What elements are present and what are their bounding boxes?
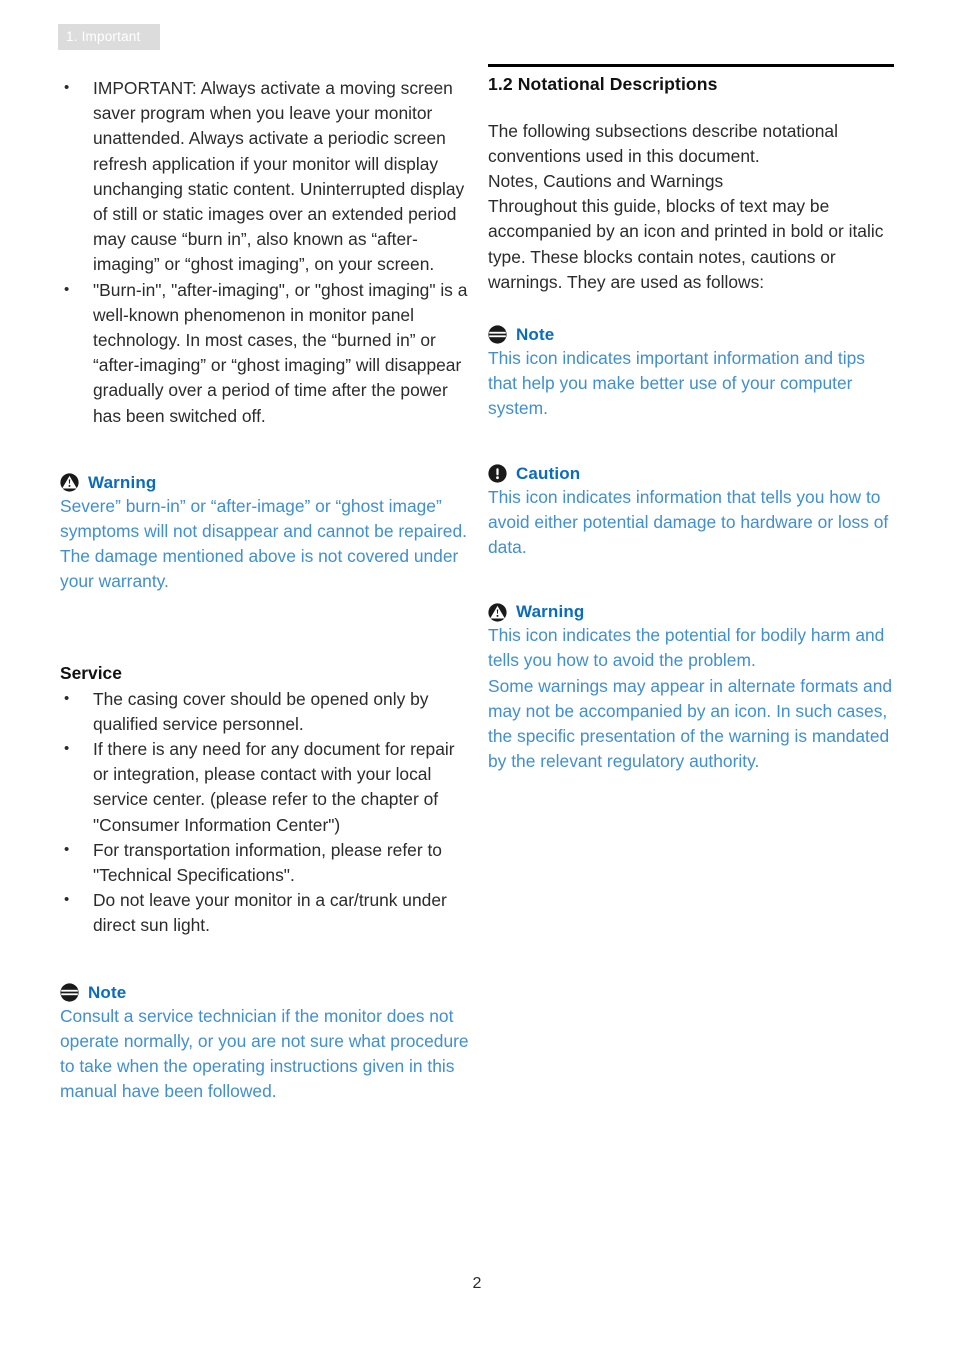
page-number: 2: [472, 1275, 482, 1292]
warning-callout-header: Warning: [488, 602, 894, 622]
caution-callout-body: This icon indicates information that tel…: [488, 485, 894, 561]
warning-callout-text: Severe” burn-in” or “after-image” or “gh…: [60, 495, 467, 592]
section-divider-rule: [488, 64, 894, 67]
document-page: 1. Important IMPORTANT: Always activate …: [0, 0, 954, 1350]
note-callout: Note This icon indicates important infor…: [488, 325, 894, 422]
intro-paragraph: The following subsections describe notat…: [488, 120, 838, 166]
intro-paragraph: Throughout this guide, blocks of text ma…: [488, 196, 884, 292]
warning-callout-body: This icon indicates the potential for bo…: [488, 623, 894, 774]
warning-callout: Warning Severe” burn-in” or “after-image…: [60, 473, 472, 595]
list-item: The casing cover should be opened only b…: [60, 686, 472, 737]
service-bullet-list: The casing cover should be opened only b…: [60, 686, 472, 939]
list-item: For transportation information, please r…: [60, 837, 472, 888]
service-section: Service The casing cover should be opene…: [60, 661, 472, 939]
intro-paragraphs: The following subsections describe notat…: [488, 119, 894, 295]
list-item: Do not leave your monitor in a car/trunk…: [60, 887, 472, 938]
caution-callout-label: Caution: [516, 463, 581, 483]
warning-callout-text-primary: This icon indicates the potential for bo…: [488, 625, 885, 671]
note-callout-label: Note: [88, 982, 127, 1002]
caution-callout-header: Caution: [488, 464, 894, 484]
chapter-tab: 1. Important: [58, 24, 160, 50]
intro-paragraph: Notes, Cautions and Warnings: [488, 170, 724, 191]
caution-callout-text: This icon indicates information that tel…: [488, 486, 889, 557]
warning-triangle-icon: [60, 473, 79, 492]
note-callout-body: Consult a service technician if the moni…: [60, 1004, 472, 1105]
note-callout-label: Note: [516, 324, 555, 344]
warning-triangle-icon: [488, 603, 507, 622]
page-title: 1.2 Notational Descriptions: [488, 73, 718, 94]
note-callout-header: Note: [60, 983, 472, 1003]
warning-callout-label: Warning: [516, 602, 585, 622]
warning-callout-label: Warning: [88, 472, 157, 492]
warning-callout-body: Severe” burn-in” or “after-image” or “gh…: [60, 494, 472, 595]
caution-exclamation-icon: [488, 464, 507, 483]
list-item: IMPORTANT: Always activate a moving scre…: [60, 75, 472, 278]
list-item: If there is any need for any document fo…: [60, 736, 472, 838]
note-callout-body: This icon indicates important informatio…: [488, 346, 894, 422]
service-heading: Service: [60, 662, 122, 683]
right-column: 1.2 Notational Descriptions The followin…: [488, 64, 894, 774]
note-lines-icon: [488, 325, 507, 345]
note-lines-icon: [60, 983, 79, 1002]
note-callout-header: Note: [488, 325, 894, 345]
left-column: IMPORTANT: Always activate a moving scre…: [60, 75, 472, 1105]
note-callout-text: This icon indicates important informatio…: [488, 347, 865, 419]
warning-callout-text-secondary: Some warnings may appear in alternate fo…: [488, 675, 893, 772]
note-callout-text: Consult a service technician if the moni…: [60, 1005, 469, 1102]
warning-callout: Warning This icon indicates the potentia…: [488, 602, 894, 774]
warning-callout-header: Warning: [60, 473, 472, 493]
important-bullet-list: IMPORTANT: Always activate a moving scre…: [60, 75, 472, 429]
list-item: "Burn-in", "after-imaging", or "ghost im…: [60, 277, 472, 429]
caution-callout: Caution This icon indicates information …: [488, 464, 894, 561]
note-callout: Note Consult a service technician if the…: [60, 983, 472, 1105]
